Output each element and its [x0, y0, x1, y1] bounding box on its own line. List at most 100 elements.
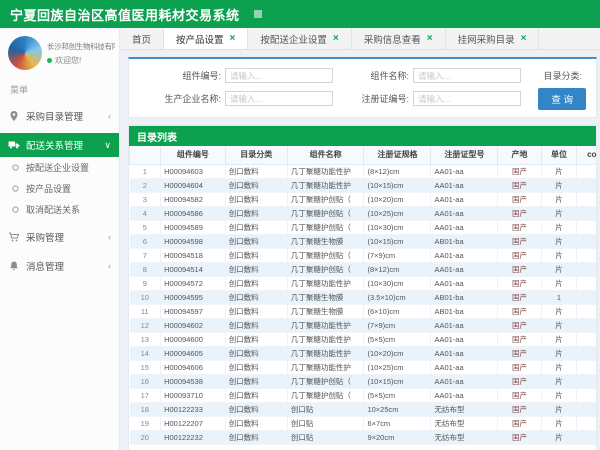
sidebar-subitem-label: 按配送企业设置	[26, 161, 89, 174]
table-header-row: 组件编号目录分类组件名称注册证规格注册证型号产地单位code数量生产企业	[130, 146, 598, 164]
table-body: 1H00094603创口敷料几丁聚糖功能性护(8×12)cmAA01-aa国产片…	[130, 164, 598, 444]
tab-bar: 首页 按产品设置 × 按配送企业设置 × 采购信息查看 × 挂网采购目录 ×	[120, 28, 600, 50]
query-button[interactable]: 查 询	[538, 88, 586, 110]
manufacturer-input[interactable]	[225, 91, 333, 106]
online-status-icon	[47, 58, 52, 63]
chevron-left-icon: ‹	[108, 261, 111, 271]
sidebar-item-label: 采购目录管理	[26, 109, 83, 123]
chevron-down-icon: ∨	[104, 140, 111, 151]
catalog-class-label: 目录分类:	[543, 69, 586, 82]
table-row[interactable]: 6H00094598创口敷料几丁聚糖生物膜(10×15)cmAB01-ba国产片…	[130, 234, 598, 248]
column-header	[130, 146, 161, 164]
app-window: 宁夏回族自治区高值医用耗材交易系统 长沙邦创生物科技有限公司 欢迎您! 菜单 采…	[0, 0, 600, 450]
component-no-input[interactable]	[225, 68, 333, 83]
table-row[interactable]: 11H00094597创口敷料几丁聚糖生物膜(6×10)cmAB01-ba国产片…	[130, 304, 598, 318]
truck-icon	[8, 139, 20, 151]
catalog-list-panel: 目录列表 组件编号目录分类组件名称注册证规格注册证型号产地单位code数量生产企…	[128, 125, 597, 450]
manufacturer-label: 生产企业名称:	[137, 92, 225, 105]
user-block: 长沙邦创生物科技有限公司 欢迎您!	[0, 28, 119, 76]
sidebar-item-1[interactable]: 采购目录管理 ‹	[0, 104, 119, 128]
search-panel: 组件编号: 组件名称: 目录分类: 生产企业名称: 注册证编号:	[128, 57, 597, 118]
sidebar-subitem[interactable]: 按产品设置	[0, 178, 119, 199]
tab-label: 挂网采购目录	[458, 32, 515, 46]
component-name-label: 组件名称:	[333, 69, 413, 82]
tab-5[interactable]: 挂网采购目录 ×	[446, 28, 540, 49]
table-row[interactable]: 5H00094589创口敷料几丁聚糖护创贴（(10×30)cmAA01-aa国产…	[130, 220, 598, 234]
sidebar-subitem-label: 取消配送关系	[26, 203, 80, 216]
column-header: 目录分类	[225, 146, 287, 164]
tab-4[interactable]: 采购信息查看 ×	[352, 28, 446, 49]
tab-2[interactable]: 按产品设置 ×	[164, 28, 248, 49]
table-row[interactable]: 7H00094518创口敷料几丁聚糖护创贴（(7×9)cmAA01-aa国产片1…	[130, 248, 598, 262]
panel-title: 目录列表	[129, 126, 596, 146]
circle-icon	[11, 163, 20, 172]
content-area: 组件编号: 组件名称: 目录分类: 生产企业名称: 注册证编号:	[120, 50, 600, 450]
column-header: 注册证型号	[431, 146, 498, 164]
main-area: 首页 按产品设置 × 按配送企业设置 × 采购信息查看 × 挂网采购目录 × 组件编号: 组件名…	[120, 28, 600, 450]
sidebar-item-label: 消息管理	[26, 259, 64, 273]
column-header: code数量	[577, 146, 597, 164]
table-row[interactable]: 14H00094605创口敷料几丁聚糖功能性护(10×20)cmAA01-aa国…	[130, 346, 598, 360]
tab-label: 首页	[132, 32, 151, 46]
table-row[interactable]: 10H00094595创口敷料几丁聚糖生物膜(3.5×10)cmAB01-ba国…	[130, 290, 598, 304]
chevron-left-icon: ‹	[108, 232, 111, 242]
app-title: 宁夏回族自治区高值医用耗材交易系统	[10, 5, 240, 24]
tab-label: 按产品设置	[176, 32, 224, 46]
table-row[interactable]: 18H00122233创口敷料创口贴10×25cm无纺布型国产片1长沙邦创生物科…	[130, 402, 598, 416]
sidebar: 长沙邦创生物科技有限公司 欢迎您! 菜单 采购目录管理 ‹ 配送关系管理 ∨ 按配送企业…	[0, 28, 120, 450]
table-row[interactable]: 12H00094602创口敷料几丁聚糖功能性护(7×9)cmAA01-aa国产片…	[130, 318, 598, 332]
sidebar-item-4[interactable]: 消息管理 ‹	[0, 254, 119, 278]
circle-icon	[11, 205, 20, 214]
table-row[interactable]: 15H00094606创口敷料几丁聚糖功能性护(10×25)cmAA01-aa国…	[130, 360, 598, 374]
top-header: 宁夏回族自治区高值医用耗材交易系统	[0, 0, 600, 28]
sidebar-item-2[interactable]: 配送关系管理 ∨	[0, 133, 119, 157]
map-pin-icon	[8, 110, 20, 122]
component-name-input[interactable]	[413, 68, 521, 83]
sidebar-subitem[interactable]: 按配送企业设置	[0, 157, 119, 178]
table-row[interactable]: 8H00094514创口敷料几丁聚糖护创贴（(8×12)cmAA01-aa国产片…	[130, 262, 598, 276]
sidebar-item-label: 配送关系管理	[26, 138, 83, 152]
bell-icon	[8, 260, 20, 272]
sidebar-subitem[interactable]: 取消配送关系	[0, 199, 119, 220]
table-row[interactable]: 16H00094538创口敷料几丁聚糖护创贴（(10×15)cmAA01-aa国…	[130, 374, 598, 388]
column-header: 组件名称	[287, 146, 364, 164]
chevron-left-icon: ‹	[108, 111, 111, 121]
tab-1[interactable]: 首页	[120, 28, 164, 49]
table-row[interactable]: 2H00094604创口敷料几丁聚糖功能性护(10×15)cmAA01-aa国产…	[130, 178, 598, 192]
register-no-label: 注册证编号:	[333, 92, 413, 105]
table-row[interactable]: 19H00122207创口敷料创口贴6×7cm无纺布型国产片1长沙邦创生物科技有…	[130, 416, 598, 430]
table-row[interactable]: 3H00094582创口敷料几丁聚糖护创贴（(10×20)cmAA01-aa国产…	[130, 192, 598, 206]
welcome-text: 欢迎您!	[47, 55, 115, 66]
register-no-input[interactable]	[413, 91, 521, 106]
table-row[interactable]: 17H00093710创口敷料几丁聚糖护创贴（(5×5)cmAA01-aa国产片…	[130, 388, 598, 402]
close-icon[interactable]: ×	[230, 34, 236, 44]
column-header: 组件编号	[161, 146, 226, 164]
app-body: 长沙邦创生物科技有限公司 欢迎您! 菜单 采购目录管理 ‹ 配送关系管理 ∨ 按配送企业…	[0, 28, 600, 450]
column-header: 注册证规格	[364, 146, 431, 164]
column-header: 产地	[498, 146, 541, 164]
sidebar-item-label: 采购管理	[26, 230, 64, 244]
circle-icon	[11, 184, 20, 193]
close-icon[interactable]: ×	[427, 34, 433, 44]
tab-label: 采购信息查看	[364, 32, 421, 46]
table-row[interactable]: 4H00094586创口敷料几丁聚糖护创贴（(10×25)cmAA01-aa国产…	[130, 206, 598, 220]
sidebar-menu: 采购目录管理‹配送关系管理∨按配送企业设置按产品设置取消配送关系采购管理‹消息管…	[0, 104, 119, 278]
company-name: 长沙邦创生物科技有限公司	[47, 41, 115, 52]
table-row[interactable]: 1H00094603创口敷料几丁聚糖功能性护(8×12)cmAA01-aa国产片…	[130, 164, 598, 178]
menu-toggle-icon[interactable]	[254, 10, 262, 18]
menu-section-label: 菜单	[0, 76, 119, 99]
column-header: 单位	[541, 146, 577, 164]
cart-icon	[8, 231, 20, 243]
table-row[interactable]: 9H00094572创口敷料几丁聚糖功能性护(10×30)cmAA01-aa国产…	[130, 276, 598, 290]
table-row[interactable]: 20H00122232创口敷料创口贴9×20cm无纺布型国产片1长沙邦创生物科技…	[130, 430, 598, 444]
component-no-label: 组件编号:	[137, 69, 225, 82]
table-row[interactable]: 13H00094600创口敷料几丁聚糖功能性护(5×5)cmAA01-aa国产片…	[130, 332, 598, 346]
tab-label: 按配送企业设置	[260, 32, 327, 46]
avatar	[8, 36, 42, 70]
sidebar-item-3[interactable]: 采购管理 ‹	[0, 225, 119, 249]
catalog-table: 组件编号目录分类组件名称注册证规格注册证型号产地单位code数量生产企业 1H0…	[129, 146, 597, 445]
tab-3[interactable]: 按配送企业设置 ×	[248, 28, 351, 49]
close-icon[interactable]: ×	[333, 34, 339, 44]
close-icon[interactable]: ×	[521, 34, 527, 44]
sidebar-subitem-label: 按产品设置	[26, 182, 71, 195]
